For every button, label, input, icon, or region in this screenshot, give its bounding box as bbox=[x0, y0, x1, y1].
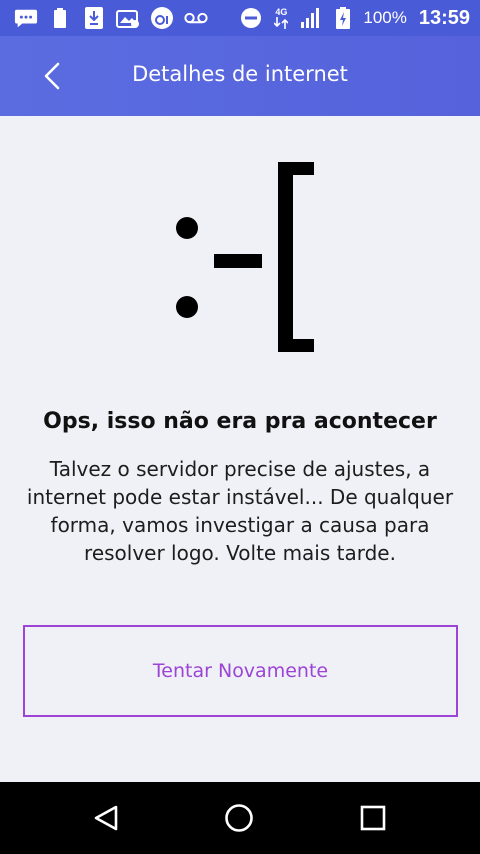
status-bar-notifications bbox=[14, 6, 208, 30]
download-icon bbox=[82, 6, 106, 30]
do-not-disturb-icon bbox=[239, 6, 263, 30]
home-circle-icon bbox=[225, 804, 253, 832]
sad-emoticon-illustration bbox=[160, 158, 330, 358]
nav-back-button[interactable] bbox=[86, 798, 126, 838]
voicemail-icon bbox=[184, 6, 208, 30]
recents-square-icon bbox=[360, 805, 386, 831]
chat-bubble-icon bbox=[14, 6, 38, 30]
battery-small-icon bbox=[48, 6, 72, 30]
page-title: Detalhes de internet bbox=[132, 62, 348, 86]
nav-recents-button[interactable] bbox=[353, 798, 393, 838]
error-message-line: internet pode estar instável... De qualq… bbox=[26, 485, 454, 509]
error-message: Talvez o servidor precise de ajustes, a … bbox=[20, 455, 460, 567]
status-bar-system: 4G 100% 13:59 bbox=[239, 0, 470, 36]
back-triangle-icon bbox=[94, 805, 118, 831]
navigation-bar bbox=[0, 782, 480, 854]
error-message-line: resolver logo. Volte mais tarde. bbox=[84, 541, 396, 565]
retry-button-label: Tentar Novamente bbox=[152, 660, 329, 682]
battery-percent: 100% bbox=[363, 8, 407, 27]
app-bar: Detalhes de internet bbox=[0, 36, 480, 116]
battery-charging-icon bbox=[331, 6, 355, 30]
signal-icon bbox=[299, 6, 323, 30]
gallery-icon bbox=[116, 6, 140, 30]
nav-home-button[interactable] bbox=[219, 798, 259, 838]
clock: 13:59 bbox=[418, 6, 470, 29]
status-bar: 4G 100% 13:59 bbox=[0, 0, 480, 36]
oi-app-icon bbox=[150, 6, 174, 30]
error-message-line: forma, vamos investigar a causa para bbox=[50, 513, 430, 537]
retry-button[interactable]: Tentar Novamente bbox=[23, 625, 458, 717]
error-message-line: Talvez o servidor precise de ajustes, a bbox=[49, 457, 431, 481]
network-type-label: 4G bbox=[275, 7, 288, 17]
data-transfer-icon: 4G bbox=[271, 6, 291, 30]
error-heading: Ops, isso não era pra acontecer bbox=[43, 409, 437, 434]
